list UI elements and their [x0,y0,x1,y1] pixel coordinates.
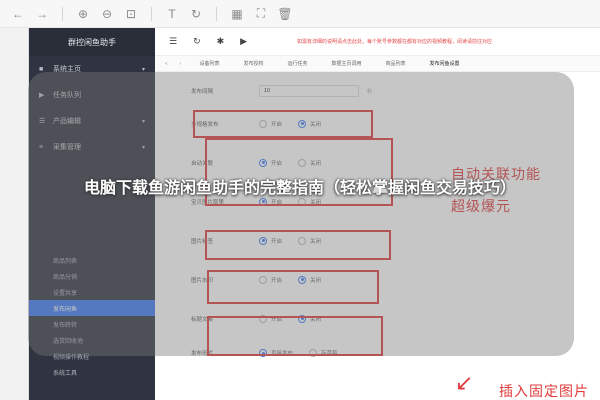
tab-products[interactable]: 商品列表 [374,60,418,67]
tab-prev-icon[interactable]: « [159,61,174,67]
pages-icon[interactable]: ▦ [227,4,247,24]
tab-bar: « ‹ 设备列表 发布授权 运行任务 数据主页调用 商品列表 发布闲鱼设置 [155,56,600,72]
notice-text[interactable]: 如需有详细的说明请点击此处，每个账号参数都在都有对应的视频教程，阅读请前往对应 [297,38,492,45]
app-title: 群控闲鱼助手 [29,28,155,56]
overlay-card [28,72,574,356]
toolbar-divider [216,6,217,21]
toolbar-divider [62,6,63,21]
viewer-toolbar: ← → ⊕ ⊖ ⊡ T ↻ ▦ ⛶ 🗑 [0,0,600,28]
tab-publish-settings[interactable]: 发布闲鱼设置 [418,60,472,67]
screenshot: ← → ⊕ ⊖ ⊡ T ↻ ▦ ⛶ 🗑 群控闲鱼助手 ■ 系统主页 ▾ ▶ 任务… [0,0,600,400]
arrow-icon: ↙ [455,370,475,395]
run-icon[interactable]: ▶ [240,36,247,47]
screenshot-icon[interactable]: ⛶ [251,4,271,24]
trash-icon[interactable]: 🗑 [275,4,295,24]
fit-icon[interactable]: ⊡ [121,4,141,24]
bug-icon[interactable]: ✱ [217,36,225,47]
tab-devices[interactable]: 设备列表 [187,60,231,67]
menu-icon[interactable]: ☰ [169,36,177,47]
zoom-out-icon[interactable]: ⊖ [97,4,117,24]
headline-text: 电脑下载鱼游闲鱼助手的完整指南（轻松掌握闲鱼交易技巧） [83,180,516,197]
back-icon[interactable]: ← [8,4,28,24]
rotate-icon[interactable]: ↻ [186,4,206,24]
tab-running[interactable]: 运行任务 [275,60,319,67]
text-icon[interactable]: T [162,4,182,24]
zoom-in-icon[interactable]: ⊕ [73,4,93,24]
tab-authorization[interactable]: 发布授权 [231,60,275,67]
refresh-icon[interactable]: ↻ [193,36,201,47]
forward-icon[interactable]: → [32,4,52,24]
toolbar-divider [151,6,152,21]
sidebar-subitem[interactable]: 系统工具 [29,364,155,380]
tab-back-icon[interactable]: ‹ [174,61,188,67]
annotation-text: 插入固定图片 [499,383,589,399]
tab-data-home[interactable]: 数据主页调用 [320,60,374,67]
main-toolbar: ☰ ↻ ✱ ▶ 如需有详细的说明请点击此处，每个账号参数都在都有对应的视频教程，… [155,28,600,56]
